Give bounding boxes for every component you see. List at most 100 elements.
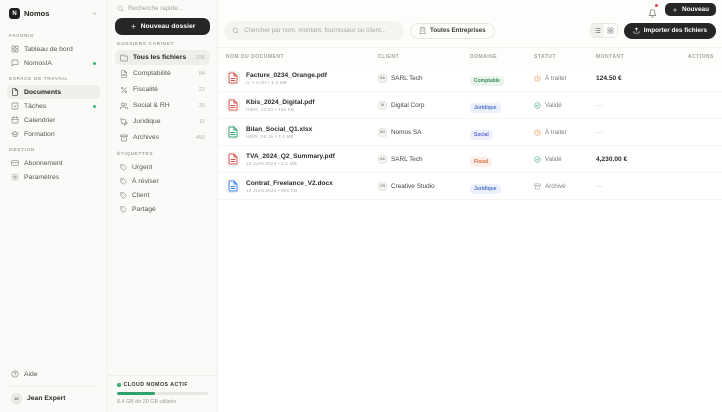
sidebar-item-label: Formation	[24, 130, 55, 138]
client-cell: CR Creative Studio	[378, 181, 470, 191]
folder-list: Tous les fichiers 156 Comptabilité 84 Fiscal…	[115, 50, 210, 145]
storage-usage-text: 8.4 GB de 20 GB utilisés	[117, 399, 177, 405]
tag-label: Partagé	[132, 205, 156, 213]
search-icon	[117, 5, 124, 12]
sidebar-item-documents[interactable]: Documents	[7, 85, 100, 99]
domain-cell: Social	[470, 123, 534, 141]
document-name-cell: TVA_2024_Q2_Summary.pdf 12 juin 2024 • 2.…	[226, 152, 378, 166]
folder-item-comptabilite[interactable]: Comptabilité 84	[115, 66, 210, 81]
sidebar-item-label: Calendrier	[24, 116, 56, 124]
document-name: Contrat_Freelance_V2.docx	[246, 179, 333, 187]
tag-label: Urgent	[132, 163, 153, 171]
document-search	[224, 21, 404, 40]
document-name: Bilan_Social_Q1.xlsx	[246, 125, 313, 133]
document-meta: 10 juin 2024 • 890 KB	[246, 187, 298, 193]
document-name: TVA_2024_Q2_Summary.pdf	[246, 152, 335, 160]
table-row[interactable]: TVA_2024_Q2_Summary.pdf 12 juin 2024 • 2.…	[218, 146, 722, 173]
folder-item-juridique[interactable]: Juridique 12	[115, 114, 210, 129]
status-label: À traiter	[545, 128, 567, 136]
tag-item-client[interactable]: Client	[115, 188, 210, 202]
new-button[interactable]: Nouveau	[665, 3, 716, 16]
status-label: Validé	[545, 155, 562, 163]
list-view-button[interactable]	[590, 24, 604, 37]
table-row[interactable]: Bilan_Social_Q1.xlsx Hier, 09:15 • 3.4 MB…	[218, 119, 722, 146]
sidebar-item-formation[interactable]: Formation	[7, 127, 100, 141]
folder-count: 22	[198, 86, 205, 93]
toolbar: Toutes Entreprises Importer des fichiers	[218, 18, 722, 48]
sidebar-item-calendrier[interactable]: Calendrier	[7, 113, 100, 127]
grid-icon	[607, 27, 614, 34]
client-cell: DI Digital Corp	[378, 100, 470, 110]
tag-item-urgent[interactable]: Urgent	[115, 160, 210, 174]
archive-icon	[120, 134, 128, 142]
table-row[interactable]: Facture_0234_Orange.pdf Il y a 2h • 1.2 M…	[218, 65, 722, 92]
client-avatar: SA	[378, 73, 387, 83]
grid-icon	[11, 45, 19, 53]
import-files-button[interactable]: Importer des fichiers	[623, 22, 716, 39]
folder-item-social-rh[interactable]: Social & RH 35	[115, 98, 210, 113]
client-cell: SA SARL Tech	[378, 73, 470, 83]
sidebar-item-parametres[interactable]: Paramètres	[7, 170, 100, 184]
pdf-file-icon	[226, 71, 240, 85]
bell-icon	[648, 8, 657, 18]
archive-icon	[534, 183, 541, 190]
amount-cell: ---	[596, 128, 603, 136]
help-label: Aide	[24, 370, 38, 378]
sidebar-item-help[interactable]: Aide	[7, 366, 100, 382]
tag-item-a-reviser[interactable]: À réviser	[115, 174, 210, 188]
sidebar-item-abonnement[interactable]: Abonnement	[7, 156, 100, 170]
sidebar-item-taches[interactable]: Tâches	[7, 99, 100, 113]
avatar: JE	[11, 393, 22, 404]
client-cell: NO Nomos SA	[378, 127, 470, 137]
amount-cell: ---	[596, 182, 603, 190]
table-row[interactable]: Kbis_2024_Digital.pdf Hier, 14:20 • 450 K…	[218, 92, 722, 119]
table-row[interactable]: Contrat_Freelance_V2.docx 10 juin 2024 • …	[218, 173, 722, 200]
tag-icon	[120, 163, 127, 171]
amount-cell: 4,230.00 €	[596, 155, 628, 163]
client-name: Digital Corp	[391, 101, 425, 109]
column-header-domaine: Domaine	[470, 54, 498, 60]
tag-icon	[120, 205, 127, 213]
sidebar: N Nomos Favoris Tableau de bord NomosIA Esp…	[0, 0, 108, 412]
folder-item-archives[interactable]: Archives 450	[115, 130, 210, 145]
document-name-cell: Contrat_Freelance_V2.docx 10 juin 2024 • …	[226, 179, 378, 193]
document-search-input[interactable]	[244, 27, 396, 34]
chevron-down-icon	[91, 10, 98, 17]
folder-item-fiscalite[interactable]: Fiscalité 22	[115, 82, 210, 97]
quick-search[interactable]: Recherche rapide...	[108, 0, 217, 16]
folder-item-tous-les-fichiers[interactable]: Tous les fichiers 156	[115, 50, 210, 65]
workspace-name: Nomos	[24, 9, 50, 18]
new-folder-button[interactable]: Nouveau dossier	[115, 18, 210, 35]
workspace-switcher[interactable]: N Nomos	[7, 6, 100, 27]
tag-item-partage[interactable]: Partagé	[115, 202, 210, 216]
new-folder-label: Nouveau dossier	[140, 23, 196, 30]
grid-view-button[interactable]	[603, 24, 617, 37]
gear-icon	[11, 173, 19, 181]
tag-label: À réviser	[132, 177, 159, 185]
document-meta: 12 juin 2024 • 2.1 MB	[246, 160, 298, 166]
quick-search-placeholder: Recherche rapide...	[128, 5, 183, 12]
folder-count: 450	[195, 134, 205, 141]
column-header-montant: Montant	[596, 54, 625, 60]
status-cell: Validé	[534, 156, 596, 163]
client-cell: SA SARL Tech	[378, 154, 470, 164]
view-toggle	[589, 23, 618, 38]
sidebar-item-nomosia[interactable]: NomosIA	[7, 56, 100, 70]
notifications-button[interactable]	[648, 3, 658, 18]
storage-meter-fill	[117, 392, 156, 395]
folders-section-title: Dossiers cabinet	[117, 42, 175, 47]
client-name: Creative Studio	[391, 182, 435, 190]
tag-icon	[120, 191, 127, 199]
sidebar-item-tableau-de-bord[interactable]: Tableau de bord	[7, 42, 100, 56]
status-cell: Validé	[534, 102, 596, 109]
building-icon	[419, 27, 426, 34]
folder-count: 84	[198, 70, 205, 77]
table-header: Nom du document Client Domaine Statut Montan…	[218, 48, 722, 65]
company-filter[interactable]: Toutes Entreprises	[410, 22, 495, 39]
client-avatar: SA	[378, 154, 387, 164]
folder-count: 35	[198, 102, 205, 109]
sidebar-section-title: Favoris	[9, 34, 34, 39]
user-menu[interactable]: JE Jean Expert	[7, 386, 100, 406]
check-circle-icon	[534, 155, 541, 163]
document-name: Facture_0234_Orange.pdf	[246, 71, 327, 79]
